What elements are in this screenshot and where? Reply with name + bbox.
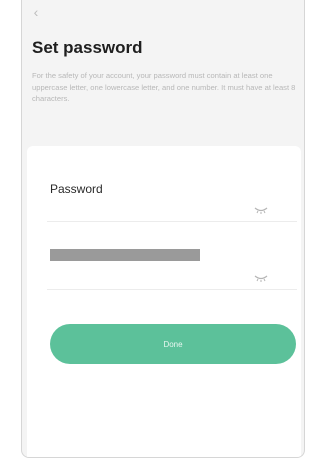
password-field-underline xyxy=(47,221,297,222)
confirm-password-field-underline xyxy=(47,289,297,290)
done-button[interactable]: Done xyxy=(50,324,296,364)
masked-password-value[interactable] xyxy=(50,249,200,261)
back-chevron-icon[interactable]: ‹ xyxy=(30,4,42,20)
eye-closed-icon[interactable] xyxy=(254,206,268,214)
phone-frame: ‹ Set password For the safety of your ac… xyxy=(21,0,305,458)
password-form-card: Password Done xyxy=(27,146,301,457)
password-requirements-text: For the safety of your account, your pas… xyxy=(32,71,296,103)
eye-closed-icon[interactable] xyxy=(254,274,268,282)
page-title: Set password xyxy=(32,38,143,57)
password-label: Password xyxy=(50,182,103,196)
